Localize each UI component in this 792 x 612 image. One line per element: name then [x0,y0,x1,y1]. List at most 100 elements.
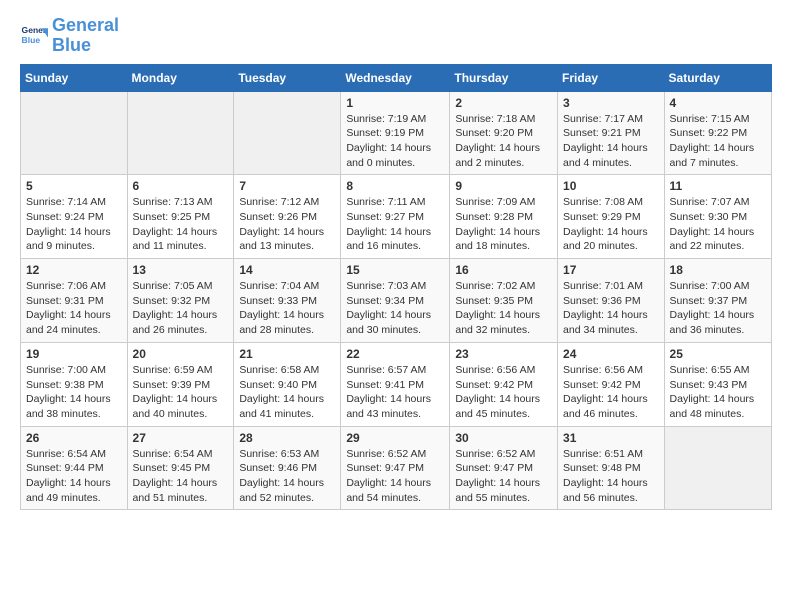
calendar-cell: 26 Sunrise: 6:54 AM Sunset: 9:44 PM Dayli… [21,426,128,510]
day-content: Sunrise: 7:00 AM Sunset: 9:37 PM Dayligh… [670,279,766,338]
day-number: 8 [346,179,444,193]
calendar-cell: 1 Sunrise: 7:19 AM Sunset: 9:19 PM Daylig… [341,91,450,175]
weekday-header-tuesday: Tuesday [234,64,341,91]
day-number: 22 [346,347,444,361]
day-content: Sunrise: 6:57 AM Sunset: 9:41 PM Dayligh… [346,363,444,422]
calendar-cell: 16 Sunrise: 7:02 AM Sunset: 9:35 PM Dayli… [450,259,558,343]
day-number: 6 [133,179,229,193]
day-number: 13 [133,263,229,277]
calendar-cell [21,91,128,175]
day-number: 1 [346,96,444,110]
calendar-cell: 29Sunrise: 6:52 AM Sunset: 9:47 PM Dayli… [341,426,450,510]
calendar-week-4: 19 Sunrise: 7:00 AM Sunset: 9:38 PM Dayli… [21,342,772,426]
calendar-cell: 12 Sunrise: 7:06 AM Sunset: 9:31 PM Dayli… [21,259,128,343]
calendar-week-1: 1 Sunrise: 7:19 AM Sunset: 9:19 PM Daylig… [21,91,772,175]
logo: General Blue GeneralBlue [20,16,119,56]
day-number: 7 [239,179,335,193]
weekday-header-friday: Friday [558,64,665,91]
day-number: 15 [346,263,444,277]
calendar-cell: 22 Sunrise: 6:57 AM Sunset: 9:41 PM Dayli… [341,342,450,426]
day-number: 5 [26,179,122,193]
day-number: 2 [455,96,552,110]
day-number: 23 [455,347,552,361]
day-number: 25 [670,347,766,361]
calendar-header: SundayMondayTuesdayWednesdayThursdayFrid… [21,64,772,91]
calendar-week-3: 12 Sunrise: 7:06 AM Sunset: 9:31 PM Dayli… [21,259,772,343]
weekday-header-wednesday: Wednesday [341,64,450,91]
day-number: 18 [670,263,766,277]
calendar-cell: 11 Sunrise: 7:07 AM Sunset: 9:30 PM Dayli… [664,175,771,259]
day-content: Sunrise: 6:54 AM Sunset: 9:45 PM Dayligh… [133,447,229,506]
day-content: Sunrise: 7:01 AM Sunset: 9:36 PM Dayligh… [563,279,659,338]
logo-text: GeneralBlue [52,16,119,56]
day-content: Sunrise: 6:59 AM Sunset: 9:39 PM Dayligh… [133,363,229,422]
calendar-cell: 9 Sunrise: 7:09 AM Sunset: 9:28 PM Daylig… [450,175,558,259]
day-content: Sunrise: 7:06 AM Sunset: 9:31 PM Dayligh… [26,279,122,338]
day-number: 16 [455,263,552,277]
day-content: Sunrise: 7:09 AM Sunset: 9:28 PM Dayligh… [455,195,552,254]
day-content: Sunrise: 7:03 AM Sunset: 9:34 PM Dayligh… [346,279,444,338]
day-number: 10 [563,179,659,193]
day-number: 11 [670,179,766,193]
day-content: Sunrise: 7:14 AM Sunset: 9:24 PM Dayligh… [26,195,122,254]
calendar-cell: 6 Sunrise: 7:13 AM Sunset: 9:25 PM Daylig… [127,175,234,259]
day-content: Sunrise: 6:58 AM Sunset: 9:40 PM Dayligh… [239,363,335,422]
calendar-cell: 13 Sunrise: 7:05 AM Sunset: 9:32 PM Dayli… [127,259,234,343]
calendar-cell: 14 Sunrise: 7:04 AM Sunset: 9:33 PM Dayli… [234,259,341,343]
day-content: Sunrise: 7:12 AM Sunset: 9:26 PM Dayligh… [239,195,335,254]
calendar-cell: 8Sunrise: 7:11 AM Sunset: 9:27 PM Daylig… [341,175,450,259]
day-number: 21 [239,347,335,361]
day-content: Sunrise: 6:52 AM Sunset: 9:47 PM Dayligh… [455,447,552,506]
day-content: Sunrise: 7:13 AM Sunset: 9:25 PM Dayligh… [133,195,229,254]
calendar-cell [234,91,341,175]
day-content: Sunrise: 7:02 AM Sunset: 9:35 PM Dayligh… [455,279,552,338]
weekday-header-sunday: Sunday [21,64,128,91]
calendar-cell: 25Sunrise: 6:55 AM Sunset: 9:43 PM Dayli… [664,342,771,426]
weekday-header-monday: Monday [127,64,234,91]
calendar-cell: 19 Sunrise: 7:00 AM Sunset: 9:38 PM Dayli… [21,342,128,426]
logo-icon: General Blue [20,22,48,50]
day-content: Sunrise: 7:15 AM Sunset: 9:22 PM Dayligh… [670,112,766,171]
day-number: 28 [239,431,335,445]
day-content: Sunrise: 6:56 AM Sunset: 9:42 PM Dayligh… [455,363,552,422]
weekday-header-saturday: Saturday [664,64,771,91]
calendar-cell: 30Sunrise: 6:52 AM Sunset: 9:47 PM Dayli… [450,426,558,510]
weekday-header-thursday: Thursday [450,64,558,91]
calendar-cell: 18 Sunrise: 7:00 AM Sunset: 9:37 PM Dayli… [664,259,771,343]
day-number: 9 [455,179,552,193]
day-content: Sunrise: 7:07 AM Sunset: 9:30 PM Dayligh… [670,195,766,254]
day-content: Sunrise: 6:54 AM Sunset: 9:44 PM Dayligh… [26,447,122,506]
calendar-cell: 3 Sunrise: 7:17 AM Sunset: 9:21 PM Daylig… [558,91,665,175]
day-content: Sunrise: 7:19 AM Sunset: 9:19 PM Dayligh… [346,112,444,171]
day-content: Sunrise: 6:56 AM Sunset: 9:42 PM Dayligh… [563,363,659,422]
day-content: Sunrise: 7:17 AM Sunset: 9:21 PM Dayligh… [563,112,659,171]
calendar-cell: 20 Sunrise: 6:59 AM Sunset: 9:39 PM Dayli… [127,342,234,426]
day-content: Sunrise: 6:52 AM Sunset: 9:47 PM Dayligh… [346,447,444,506]
day-number: 12 [26,263,122,277]
day-content: Sunrise: 6:51 AM Sunset: 9:48 PM Dayligh… [563,447,659,506]
day-content: Sunrise: 7:08 AM Sunset: 9:29 PM Dayligh… [563,195,659,254]
calendar-cell: 31Sunrise: 6:51 AM Sunset: 9:48 PM Dayli… [558,426,665,510]
day-number: 3 [563,96,659,110]
calendar-cell: 28Sunrise: 6:53 AM Sunset: 9:46 PM Dayli… [234,426,341,510]
day-content: Sunrise: 7:18 AM Sunset: 9:20 PM Dayligh… [455,112,552,171]
day-number: 19 [26,347,122,361]
calendar-table: SundayMondayTuesdayWednesdayThursdayFrid… [20,64,772,511]
calendar-cell [127,91,234,175]
day-number: 14 [239,263,335,277]
page-header: General Blue GeneralBlue [20,16,772,56]
calendar-week-5: 26 Sunrise: 6:54 AM Sunset: 9:44 PM Dayli… [21,426,772,510]
calendar-cell: 23 Sunrise: 6:56 AM Sunset: 9:42 PM Dayli… [450,342,558,426]
day-content: Sunrise: 7:05 AM Sunset: 9:32 PM Dayligh… [133,279,229,338]
calendar-cell: 15 Sunrise: 7:03 AM Sunset: 9:34 PM Dayli… [341,259,450,343]
calendar-cell: 27Sunrise: 6:54 AM Sunset: 9:45 PM Dayli… [127,426,234,510]
day-number: 26 [26,431,122,445]
calendar-cell: 4Sunrise: 7:15 AM Sunset: 9:22 PM Daylig… [664,91,771,175]
day-content: Sunrise: 7:00 AM Sunset: 9:38 PM Dayligh… [26,363,122,422]
calendar-cell: 21 Sunrise: 6:58 AM Sunset: 9:40 PM Dayli… [234,342,341,426]
day-number: 20 [133,347,229,361]
day-content: Sunrise: 7:04 AM Sunset: 9:33 PM Dayligh… [239,279,335,338]
calendar-week-2: 5 Sunrise: 7:14 AM Sunset: 9:24 PM Daylig… [21,175,772,259]
calendar-cell: 2 Sunrise: 7:18 AM Sunset: 9:20 PM Daylig… [450,91,558,175]
calendar-cell: 24Sunrise: 6:56 AM Sunset: 9:42 PM Dayli… [558,342,665,426]
